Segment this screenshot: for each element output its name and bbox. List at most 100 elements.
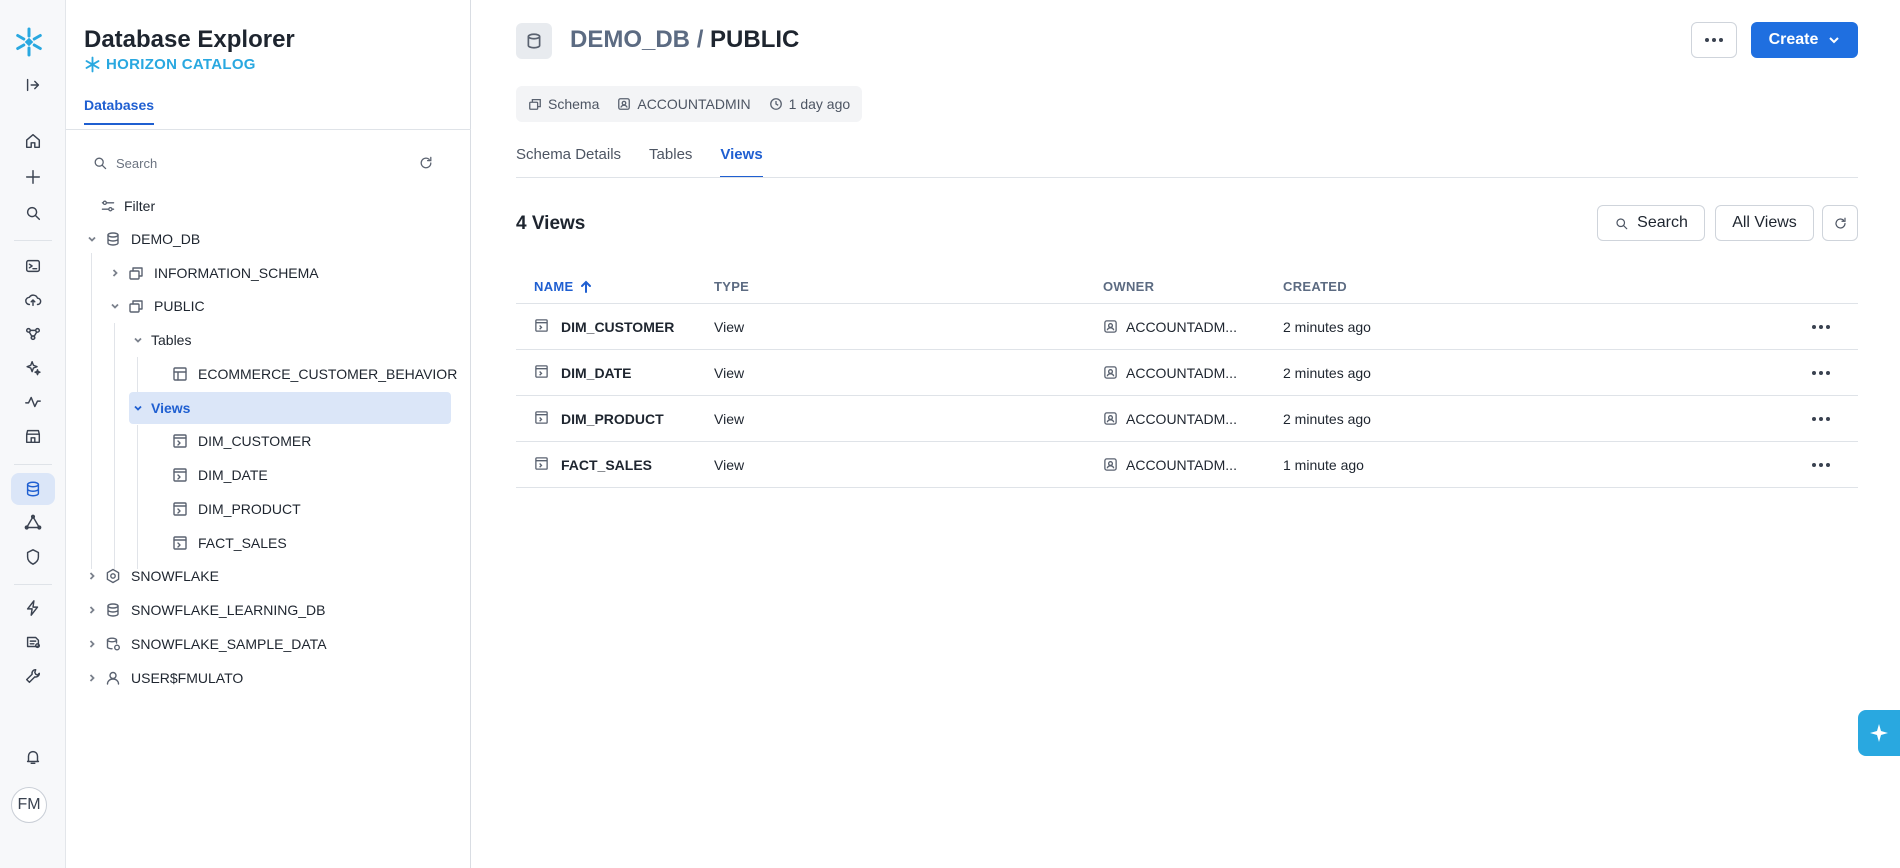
more-icon	[1811, 324, 1830, 329]
explorer-search[interactable]: Search	[92, 155, 157, 171]
row-created: 2 minutes ago	[1283, 318, 1371, 335]
worksheet-icon[interactable]	[11, 250, 55, 282]
marketplace-icon[interactable]	[11, 420, 55, 452]
tab-schema-details[interactable]: Schema Details	[516, 146, 621, 178]
row-owner: ACCOUNTADM...	[1103, 319, 1283, 335]
meta-kind: Schema	[528, 96, 599, 112]
views-table: NAME TYPE OWNER CREATED DIM_CUSTOMER Vie…	[516, 270, 1858, 488]
tree-item-snowflake-learning-db[interactable]: SNOWFLAKE_LEARNING_DB	[85, 596, 326, 624]
create-button[interactable]: Create	[1751, 22, 1858, 58]
filter-button[interactable]: Filter	[100, 198, 155, 214]
lightning-icon[interactable]	[11, 592, 55, 624]
refresh-icon[interactable]	[418, 155, 434, 176]
user-icon	[105, 670, 121, 686]
row-name[interactable]: DIM_CUSTOMER	[561, 319, 674, 335]
tree-item-information-schema[interactable]: INFORMATION_SCHEMA	[108, 259, 319, 287]
row-created: 2 minutes ago	[1283, 364, 1371, 381]
avatar[interactable]: FM	[11, 787, 47, 823]
row-more-button[interactable]	[1783, 324, 1858, 329]
row-created: 2 minutes ago	[1283, 410, 1371, 427]
refresh-button[interactable]	[1822, 205, 1858, 241]
tree-item-dim-customer[interactable]: DIM_CUSTOMER	[172, 427, 311, 455]
tab-views[interactable]: Views	[720, 146, 763, 178]
database-explorer-panel: Database Explorer HORIZON CATALOG Databa…	[66, 0, 471, 868]
chevron-down-icon[interactable]	[131, 333, 145, 347]
snowflake-icon	[85, 56, 100, 73]
view-icon	[172, 501, 188, 517]
search-button[interactable]: Search	[1597, 205, 1705, 241]
all-views-filter[interactable]: All Views	[1715, 205, 1814, 241]
more-actions-button[interactable]	[1691, 22, 1737, 58]
tree-item-user-fmulato[interactable]: USER$FMULATO	[85, 664, 243, 692]
tab-tables[interactable]: Tables	[649, 146, 692, 178]
chevron-right-icon[interactable]	[85, 603, 99, 617]
row-name[interactable]: DIM_DATE	[561, 365, 632, 381]
table-row[interactable]: DIM_PRODUCT View ACCOUNTADM... 2 minutes…	[516, 396, 1858, 442]
tree-item-ecommerce-customer-behavior[interactable]: ECOMMERCE_CUSTOMER_BEHAVIOR	[172, 360, 457, 388]
column-header-name[interactable]: NAME	[516, 279, 714, 294]
explorer-subtitle: HORIZON CATALOG	[84, 56, 256, 73]
schema-tabs: Schema Details Tables Views	[516, 146, 763, 178]
tree-item-public[interactable]: PUBLIC	[108, 292, 205, 320]
tab-databases[interactable]: Databases	[84, 97, 155, 125]
row-name[interactable]: DIM_PRODUCT	[561, 411, 664, 427]
row-name[interactable]: FACT_SALES	[561, 457, 652, 473]
tree-item-snowflake-sample-data[interactable]: SNOWFLAKE_SAMPLE_DATA	[85, 630, 327, 658]
upload-icon[interactable]	[11, 284, 55, 316]
tree-item-dim-date[interactable]: DIM_DATE	[172, 461, 268, 489]
schema-icon	[128, 265, 144, 281]
column-header-type[interactable]: TYPE	[714, 279, 1103, 294]
breadcrumb-database[interactable]: DEMO_DB	[570, 26, 690, 53]
monitoring-icon[interactable]	[11, 386, 55, 418]
tree-item-tables[interactable]: Tables	[131, 326, 191, 354]
expand-icon[interactable]	[11, 69, 55, 101]
data-sharing-icon[interactable]	[11, 507, 55, 539]
tree-item-fact-sales[interactable]: FACT_SALES	[172, 529, 287, 557]
plus-icon[interactable]	[11, 161, 55, 193]
shared-database-icon	[105, 568, 121, 584]
snowflake-logo-icon[interactable]	[13, 26, 45, 58]
row-more-button[interactable]	[1783, 462, 1858, 467]
home-icon[interactable]	[11, 125, 55, 157]
column-header-created[interactable]: CREATED	[1283, 279, 1783, 294]
ai-assistant-button[interactable]	[1858, 710, 1900, 756]
tree-item-demo-db[interactable]: DEMO_DB	[85, 225, 200, 253]
governance-icon[interactable]	[11, 541, 55, 573]
chevron-right-icon[interactable]	[85, 637, 99, 651]
meta-owner: ACCOUNTADMIN	[617, 96, 751, 112]
column-header-owner[interactable]: OWNER	[1103, 279, 1283, 294]
chevron-down-icon[interactable]	[131, 401, 145, 415]
row-owner: ACCOUNTADM...	[1103, 365, 1283, 381]
table-row[interactable]: DIM_DATE View ACCOUNTADM... 2 minutes ag…	[516, 350, 1858, 396]
row-more-button[interactable]	[1783, 370, 1858, 375]
bell-icon[interactable]	[11, 741, 55, 773]
chevron-down-icon[interactable]	[85, 232, 99, 246]
projects-icon[interactable]	[11, 318, 55, 350]
row-more-button[interactable]	[1783, 416, 1858, 421]
chevron-right-icon[interactable]	[108, 266, 122, 280]
database-icon[interactable]	[11, 473, 55, 505]
more-icon	[1811, 416, 1830, 421]
catalog-label: HORIZON CATALOG	[106, 56, 256, 73]
chevron-down-icon[interactable]	[108, 299, 122, 313]
view-icon	[172, 535, 188, 551]
learn-icon[interactable]	[11, 626, 55, 658]
tree-item-snowflake[interactable]: SNOWFLAKE	[85, 562, 219, 590]
database-icon	[105, 231, 121, 247]
row-type: View	[714, 364, 745, 381]
search-icon[interactable]	[11, 197, 55, 229]
ai-icon[interactable]	[11, 352, 55, 384]
meta-age: 1 day ago	[769, 96, 850, 112]
create-label: Create	[1768, 31, 1819, 48]
admin-icon[interactable]	[11, 660, 55, 692]
role-icon	[1104, 366, 1117, 379]
role-icon	[618, 98, 631, 110]
table-row[interactable]: DIM_CUSTOMER View ACCOUNTADM... 2 minute…	[516, 304, 1858, 350]
chevron-right-icon[interactable]	[85, 671, 99, 685]
table-row[interactable]: FACT_SALES View ACCOUNTADM... 1 minute a…	[516, 442, 1858, 488]
chevron-right-icon[interactable]	[85, 569, 99, 583]
schema-icon	[128, 298, 144, 314]
tree-item-dim-product[interactable]: DIM_PRODUCT	[172, 495, 301, 523]
tree-item-views[interactable]: Views	[129, 392, 451, 424]
row-type: View	[714, 318, 745, 335]
